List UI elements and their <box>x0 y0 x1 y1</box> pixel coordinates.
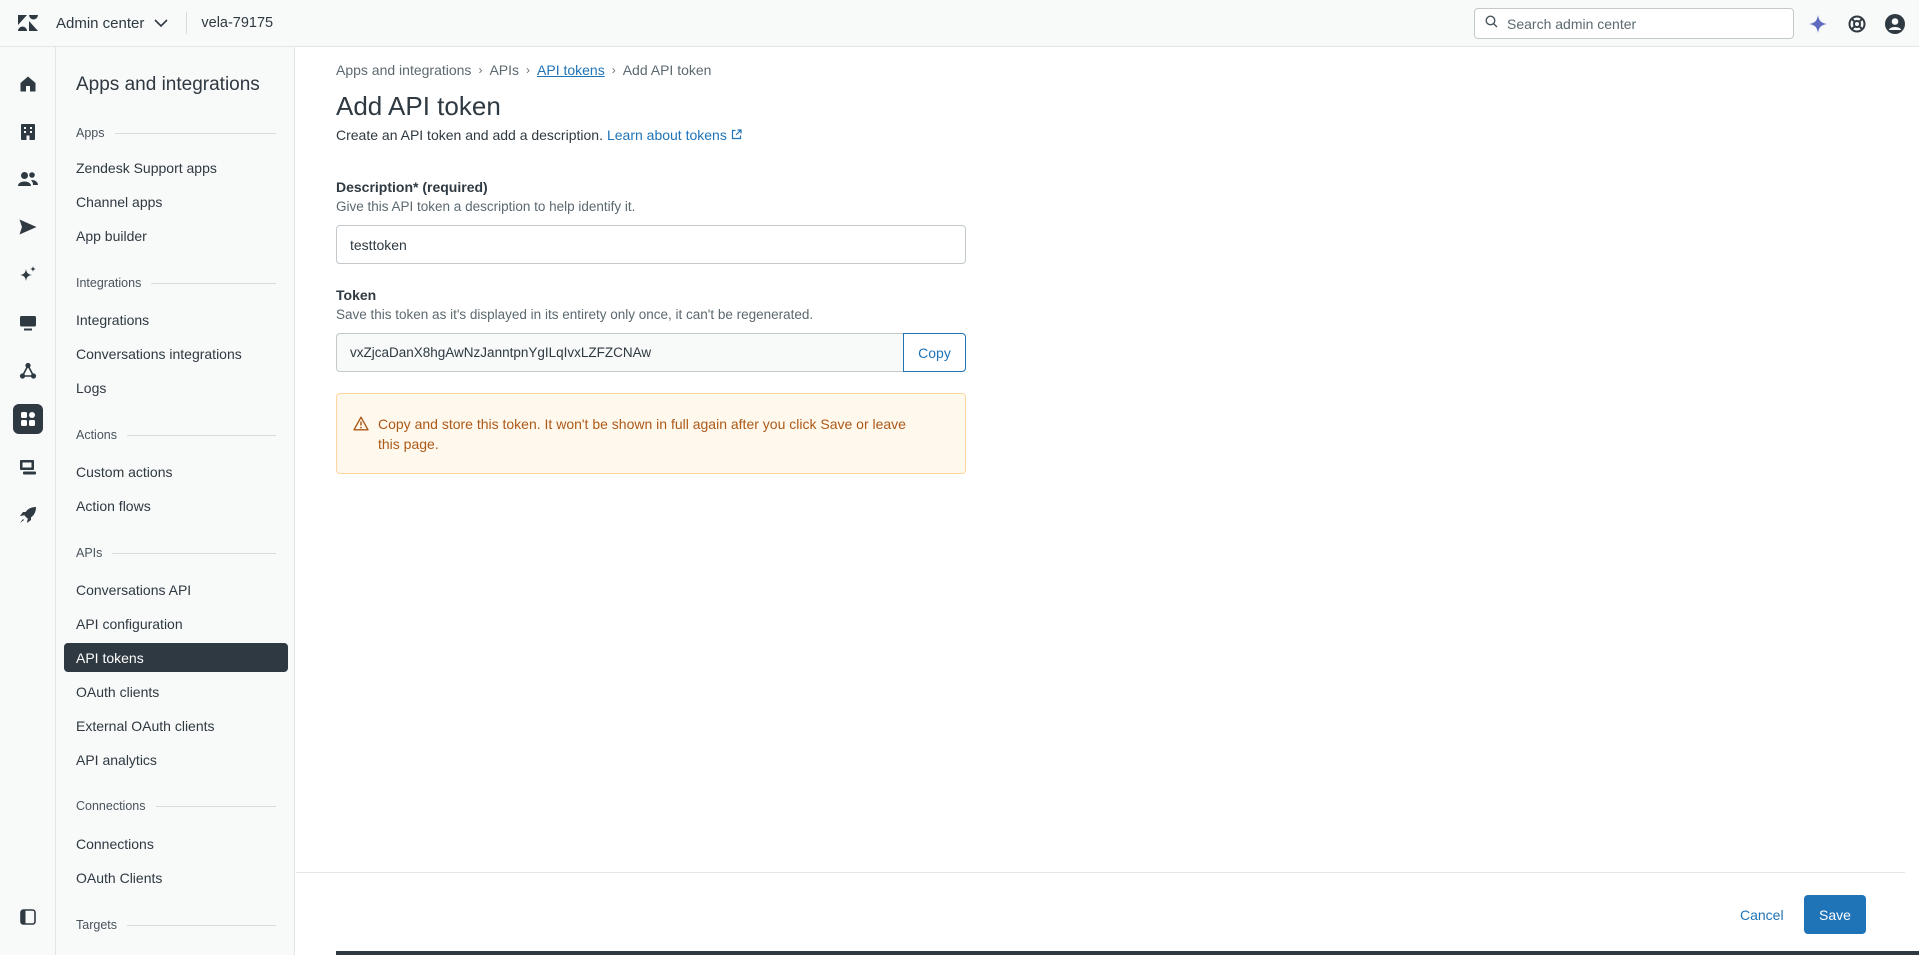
description-label: Description* (required) <box>336 179 488 195</box>
sidebar-item-external-oauth-clients[interactable]: External OAuth clients <box>64 711 288 740</box>
section-heading-connections: Connections <box>76 799 276 813</box>
copy-button[interactable]: Copy <box>903 333 966 372</box>
warning-triangle-icon <box>353 416 369 436</box>
chevron-right-icon: › <box>526 63 531 77</box>
chevron-right-icon: › <box>611 63 616 77</box>
ai-sparkles-icon[interactable] <box>13 260 43 290</box>
token-hint: Save this token as it's displayed in its… <box>336 307 814 322</box>
secondary-sidebar: Apps and integrations Apps Zendesk Suppo… <box>56 47 295 955</box>
bottom-edge <box>336 951 1919 955</box>
breadcrumb-api-tokens-link[interactable]: API tokens <box>537 62 605 78</box>
sidebar-item-zendesk-support-apps[interactable]: Zendesk Support apps <box>64 153 288 182</box>
section-heading-apps: Apps <box>76 126 276 140</box>
marketplace-icon[interactable] <box>13 452 43 482</box>
learn-about-tokens-link[interactable]: Learn about tokens <box>607 127 742 143</box>
warning-alert: Copy and store this token. It won't be s… <box>336 393 966 474</box>
channels-send-icon[interactable] <box>13 212 43 242</box>
account-building-icon[interactable] <box>13 117 43 147</box>
home-icon[interactable] <box>13 69 43 99</box>
sidebar-item-conversations-api[interactable]: Conversations API <box>64 575 288 604</box>
sidebar-item-channel-apps[interactable]: Channel apps <box>64 187 288 216</box>
page-subtitle-text: Create an API token and add a descriptio… <box>336 127 603 143</box>
account-name: vela-79175 <box>201 15 274 31</box>
product-switcher[interactable]: Admin center <box>56 0 186 47</box>
form-footer: Cancel Save <box>296 872 1905 955</box>
workspaces-monitor-icon[interactable] <box>13 308 43 338</box>
search-input[interactable] <box>1507 15 1787 32</box>
section-heading-actions: Actions <box>76 428 276 442</box>
sidebar-item-integrations[interactable]: Integrations <box>64 305 288 334</box>
ai-sparkle-icon[interactable] <box>1807 13 1829 35</box>
sidebar-item-conversations-integrations[interactable]: Conversations integrations <box>64 339 288 368</box>
page-title: Add API token <box>336 91 501 121</box>
sidebar-item-oauth-clients-connections[interactable]: OAuth Clients <box>64 863 288 892</box>
breadcrumb-current: Add API token <box>622 62 712 78</box>
warning-text: Copy and store this token. It won't be s… <box>378 416 906 452</box>
save-button[interactable]: Save <box>1804 895 1866 934</box>
sidebar-item-api-configuration[interactable]: API configuration <box>64 609 288 638</box>
product-rail <box>0 47 56 955</box>
sidebar-item-logs[interactable]: Logs <box>64 373 288 402</box>
sidebar-item-app-builder[interactable]: App builder <box>64 221 288 250</box>
breadcrumb-apps-integrations[interactable]: Apps and integrations <box>336 62 471 78</box>
chevron-right-icon: › <box>478 63 483 77</box>
token-label: Token <box>336 287 377 303</box>
section-heading-targets: Targets <box>76 918 276 932</box>
top-bar: Admin center vela-79175 <box>0 0 1919 47</box>
sidebar-item-custom-actions[interactable]: Custom actions <box>64 457 288 486</box>
product-name: Admin center <box>56 14 145 32</box>
sidebar-item-action-flows[interactable]: Action flows <box>64 491 288 520</box>
sidebar-title: Apps and integrations <box>76 74 260 95</box>
search-box[interactable] <box>1474 8 1794 39</box>
external-link-icon <box>731 127 742 143</box>
people-icon[interactable] <box>13 164 43 194</box>
cancel-button[interactable]: Cancel <box>1726 896 1798 934</box>
description-hint: Give this API token a description to hel… <box>336 199 636 214</box>
breadcrumb: Apps and integrations › APIs › API token… <box>336 62 711 78</box>
apps-integrations-icon[interactable] <box>13 404 43 434</box>
description-input[interactable] <box>336 225 966 264</box>
user-avatar-icon[interactable] <box>1884 13 1906 35</box>
sidebar-item-oauth-clients[interactable]: OAuth clients <box>64 677 288 706</box>
token-field[interactable] <box>336 333 904 372</box>
section-heading-apis: APIs <box>76 546 276 560</box>
rocket-icon[interactable] <box>13 500 43 530</box>
chevron-down-icon <box>154 15 168 32</box>
sidebar-item-api-tokens[interactable]: API tokens <box>64 643 288 672</box>
sidebar-item-api-analytics[interactable]: API analytics <box>64 745 288 774</box>
section-heading-integrations: Integrations <box>76 276 276 290</box>
zendesk-logo-icon[interactable] <box>0 0 56 47</box>
collapse-sidebar-icon[interactable] <box>13 902 43 932</box>
main-content: Apps and integrations › APIs › API token… <box>296 47 1919 955</box>
page-subtitle: Create an API token and add a descriptio… <box>336 127 742 143</box>
breadcrumb-apis[interactable]: APIs <box>489 62 519 78</box>
help-lifebuoy-icon[interactable] <box>1846 13 1868 35</box>
sidebar-item-connections[interactable]: Connections <box>64 829 288 858</box>
search-icon <box>1485 14 1498 33</box>
objects-rules-icon[interactable] <box>13 356 43 386</box>
